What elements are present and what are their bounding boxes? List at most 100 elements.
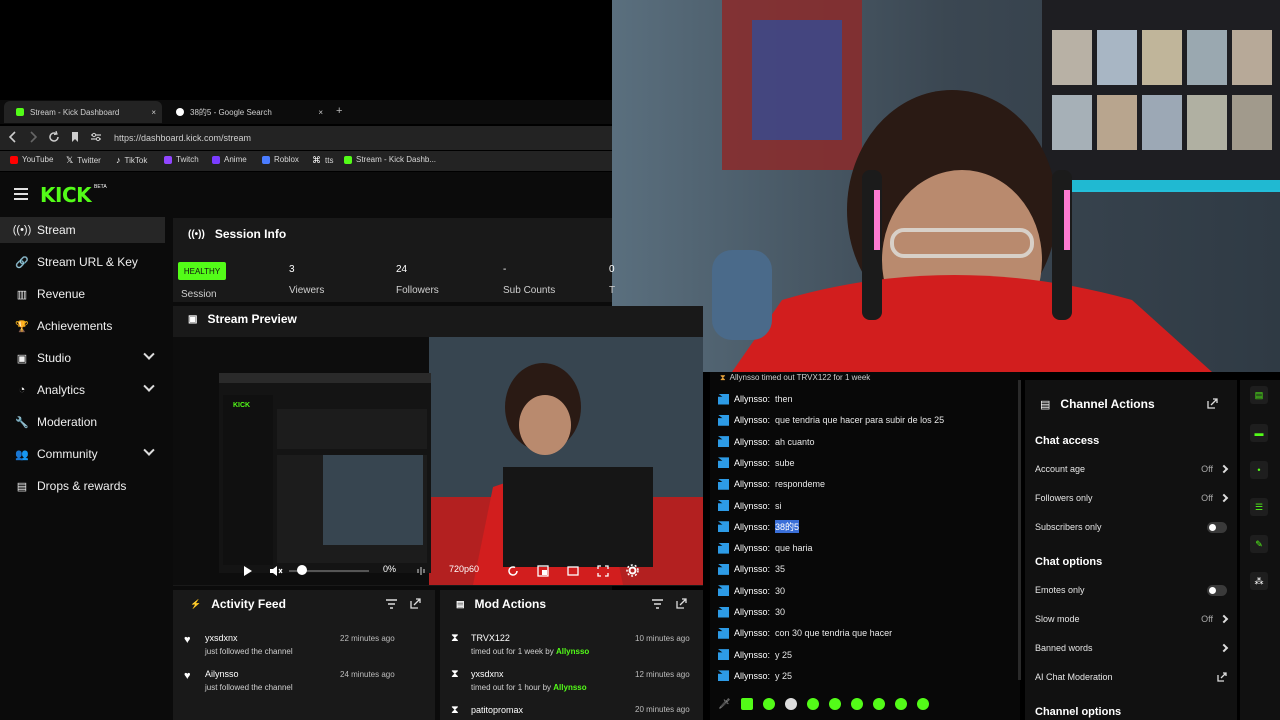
followers-only-row[interactable]: Followers only Off <box>1035 487 1229 509</box>
emote-icon[interactable] <box>850 698 863 710</box>
kick-logo[interactable]: KICK <box>40 183 92 207</box>
mod-by-user[interactable]: Allynsso <box>553 683 586 692</box>
fullscreen-icon[interactable] <box>597 565 609 577</box>
tab-kick-dashboard[interactable]: Stream - Kick Dashboard × <box>4 101 162 123</box>
emote-icon[interactable] <box>872 698 885 710</box>
chat-message[interactable]: Allynsso: then <box>718 391 793 407</box>
chat-username[interactable]: Allynsso: <box>734 479 770 489</box>
site-settings-icon[interactable] <box>90 131 102 143</box>
account-age-row[interactable]: Account age Off <box>1035 458 1229 480</box>
mod-target-user[interactable]: patitopromax <box>471 705 523 715</box>
slow-mode-row[interactable]: Slow mode Off <box>1035 608 1229 630</box>
emote-icon[interactable] <box>784 698 797 710</box>
sidebar-item-community[interactable]: 👥 Community <box>0 441 165 467</box>
tab-google-search[interactable]: 38的5 - Google Search × <box>164 101 329 123</box>
chat-message[interactable]: Allynsso: si <box>718 498 782 514</box>
sidebar-item-studio[interactable]: ▣ Studio <box>0 345 165 371</box>
chat-username[interactable]: Allynsso: <box>734 564 770 574</box>
chat-message[interactable]: Allynsso: 30 <box>718 604 785 620</box>
bookmark-youtube[interactable]: YouTube <box>10 155 53 164</box>
popout-icon[interactable] <box>1207 398 1218 409</box>
chat-message[interactable]: Allynsso: y 25 <box>718 668 792 684</box>
stream-video[interactable]: KICK <box>173 337 703 585</box>
play-icon[interactable] <box>243 565 253 577</box>
quality-label[interactable]: 720p60 <box>449 564 479 574</box>
rewind-icon[interactable] <box>507 565 519 577</box>
chat-username[interactable]: Allynsso: <box>734 437 770 447</box>
bookmark-twitter[interactable]: 𝕏 Twitter <box>66 155 101 166</box>
chat-username[interactable]: Allynsso: <box>734 650 770 660</box>
rail-people-icon[interactable]: ⁂ <box>1250 572 1268 590</box>
emote-icon[interactable] <box>740 698 753 710</box>
popout-icon[interactable] <box>676 598 687 609</box>
emote-icon[interactable] <box>806 698 819 710</box>
feed-username[interactable]: Ailynsso <box>205 669 239 679</box>
mute-icon[interactable] <box>269 565 283 577</box>
bookmark-tiktok[interactable]: ♪ TikTok <box>116 155 147 165</box>
emote-icon[interactable] <box>762 698 775 710</box>
banned-words-row[interactable]: Banned words <box>1035 637 1229 659</box>
bookmark-twitch[interactable]: Twitch <box>164 155 199 164</box>
reload-icon[interactable] <box>48 131 60 143</box>
bookmark-roblox[interactable]: Roblox <box>262 155 299 164</box>
chat-username[interactable]: Allynsso: <box>734 415 770 425</box>
chat-message[interactable]: Allynsso: 30 <box>718 583 785 599</box>
settings-gear-icon[interactable] <box>626 564 639 577</box>
volume-slider-handle[interactable] <box>297 565 307 575</box>
chat-username[interactable]: Allynsso: <box>734 586 770 596</box>
filter-icon[interactable] <box>652 599 663 609</box>
filter-icon[interactable] <box>386 599 397 609</box>
sidebar-item-moderation[interactable]: 🔧 Moderation <box>0 409 165 435</box>
popout-icon[interactable] <box>410 598 421 609</box>
rail-wrench-icon[interactable]: ✎ <box>1250 535 1268 553</box>
mod-target-user[interactable]: yxsdxnx <box>471 669 504 679</box>
chat-username[interactable]: Allynsso: <box>734 607 770 617</box>
sidebar-item-drops-rewards[interactable]: ▤ Drops & rewards <box>0 473 165 499</box>
chat-username[interactable]: Allynsso: <box>734 458 770 468</box>
sword-icon[interactable]: 🗡 <box>718 699 731 710</box>
back-icon[interactable] <box>8 131 18 143</box>
chat-username[interactable]: Allynsso: <box>734 543 770 553</box>
chat-message[interactable]: Allynsso: respondeme <box>718 476 825 492</box>
sidebar-item-achievements[interactable]: 🏆 Achievements <box>0 313 165 339</box>
url-field[interactable]: https://dashboard.kick.com/stream <box>114 133 251 143</box>
sidebar-item-stream[interactable]: ((•)) Stream <box>0 217 165 243</box>
rail-chat-icon[interactable]: ▬ <box>1250 424 1268 442</box>
forward-icon[interactable] <box>28 131 38 143</box>
chat-message[interactable]: Allynsso: ah cuanto <box>718 434 815 450</box>
tab-close-icon[interactable]: × <box>318 108 323 117</box>
chat-username[interactable]: Allynsso: <box>734 394 770 404</box>
sidebar-item-stream-url-key[interactable]: 🔗 Stream URL & Key <box>0 249 165 275</box>
new-tab-button[interactable]: + <box>336 105 342 117</box>
chat-username[interactable]: Allynsso: <box>734 628 770 638</box>
theater-mode-icon[interactable] <box>567 565 579 577</box>
chat-username[interactable]: Allynsso: <box>734 501 770 511</box>
rail-document-icon[interactable]: ▤ <box>1250 386 1268 404</box>
mod-by-user[interactable]: Allynsso <box>556 647 589 656</box>
pip-icon[interactable] <box>537 565 549 577</box>
hamburger-menu-icon[interactable] <box>14 188 28 200</box>
bookmark-tts[interactable]: ⌘ tts <box>312 155 333 166</box>
tab-close-icon[interactable]: × <box>151 108 156 117</box>
ai-chat-moderation-row[interactable]: AI Chat Moderation <box>1035 666 1227 688</box>
sidebar-item-analytics[interactable]: ◔ Analytics <box>0 377 165 403</box>
subscribers-only-toggle[interactable] <box>1207 521 1227 533</box>
bookmark-anime[interactable]: Anime <box>212 155 247 164</box>
bookmark-icon[interactable] <box>70 131 80 143</box>
chat-scrollbar[interactable] <box>1018 380 1021 680</box>
bookmark-kick-dashboard[interactable]: Stream - Kick Dashb... <box>344 155 436 164</box>
emote-icon[interactable] <box>894 698 907 710</box>
chat-message[interactable]: Allynsso: sube <box>718 455 795 471</box>
chat-username[interactable]: Allynsso: <box>734 671 770 681</box>
emote-icon[interactable] <box>916 698 929 710</box>
audio-bars-icon[interactable] <box>417 565 427 577</box>
emote-icon[interactable] <box>828 698 841 710</box>
chat-message[interactable]: Allynsso: que haria <box>718 540 813 556</box>
chat-message[interactable]: Allynsso: que tendria que hacer para subi… <box>718 412 944 428</box>
chat-message[interactable]: Allynsso: 35 <box>718 561 785 577</box>
mod-target-user[interactable]: TRVX122 <box>471 633 510 643</box>
chat-username[interactable]: Allynsso: <box>734 522 770 532</box>
sidebar-item-revenue[interactable]: ▥ Revenue <box>0 281 165 307</box>
rail-broadcast-icon[interactable]: • <box>1250 461 1268 479</box>
rail-list-icon[interactable]: ☰ <box>1250 498 1268 516</box>
